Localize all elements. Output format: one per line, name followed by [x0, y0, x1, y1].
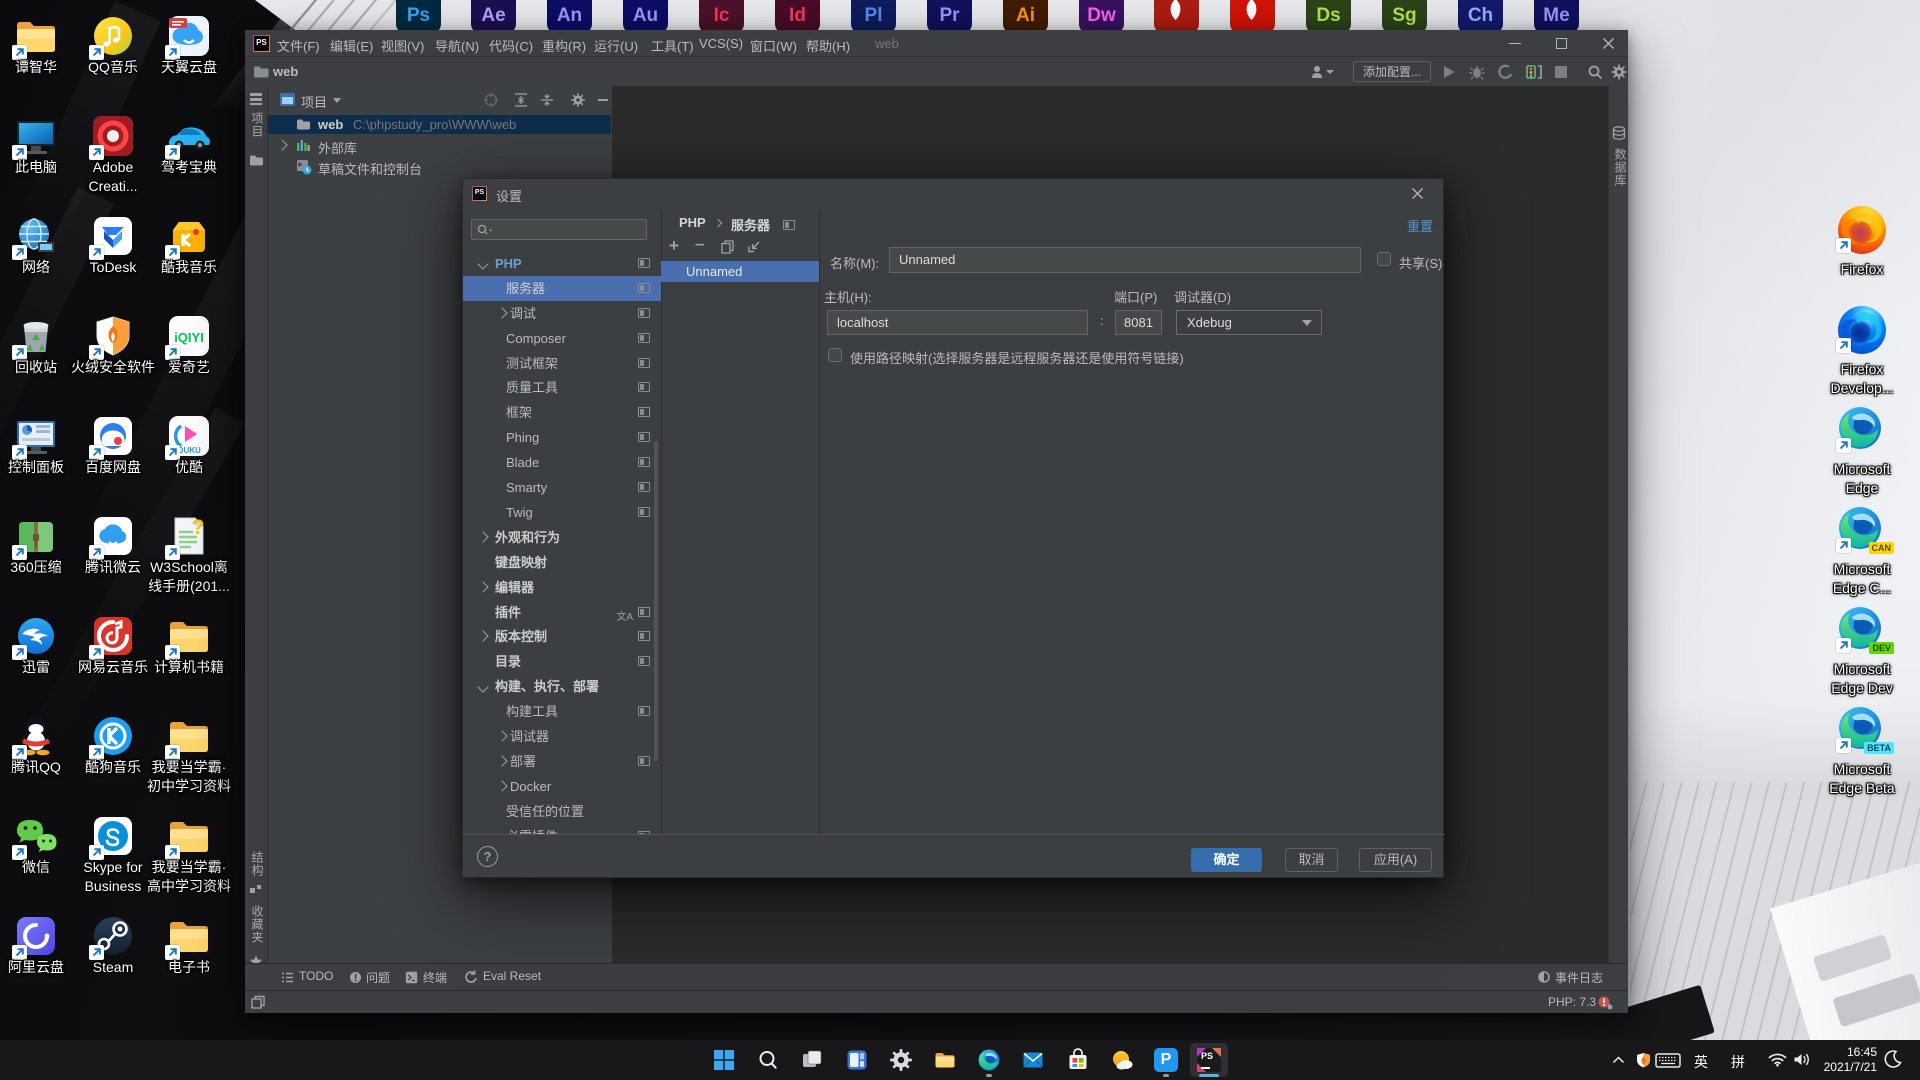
- svg-text:OUKU: OUKU: [177, 446, 201, 455]
- svg-text:iQIYI: iQIYI: [174, 330, 204, 345]
- svg-text:?: ?: [192, 516, 205, 539]
